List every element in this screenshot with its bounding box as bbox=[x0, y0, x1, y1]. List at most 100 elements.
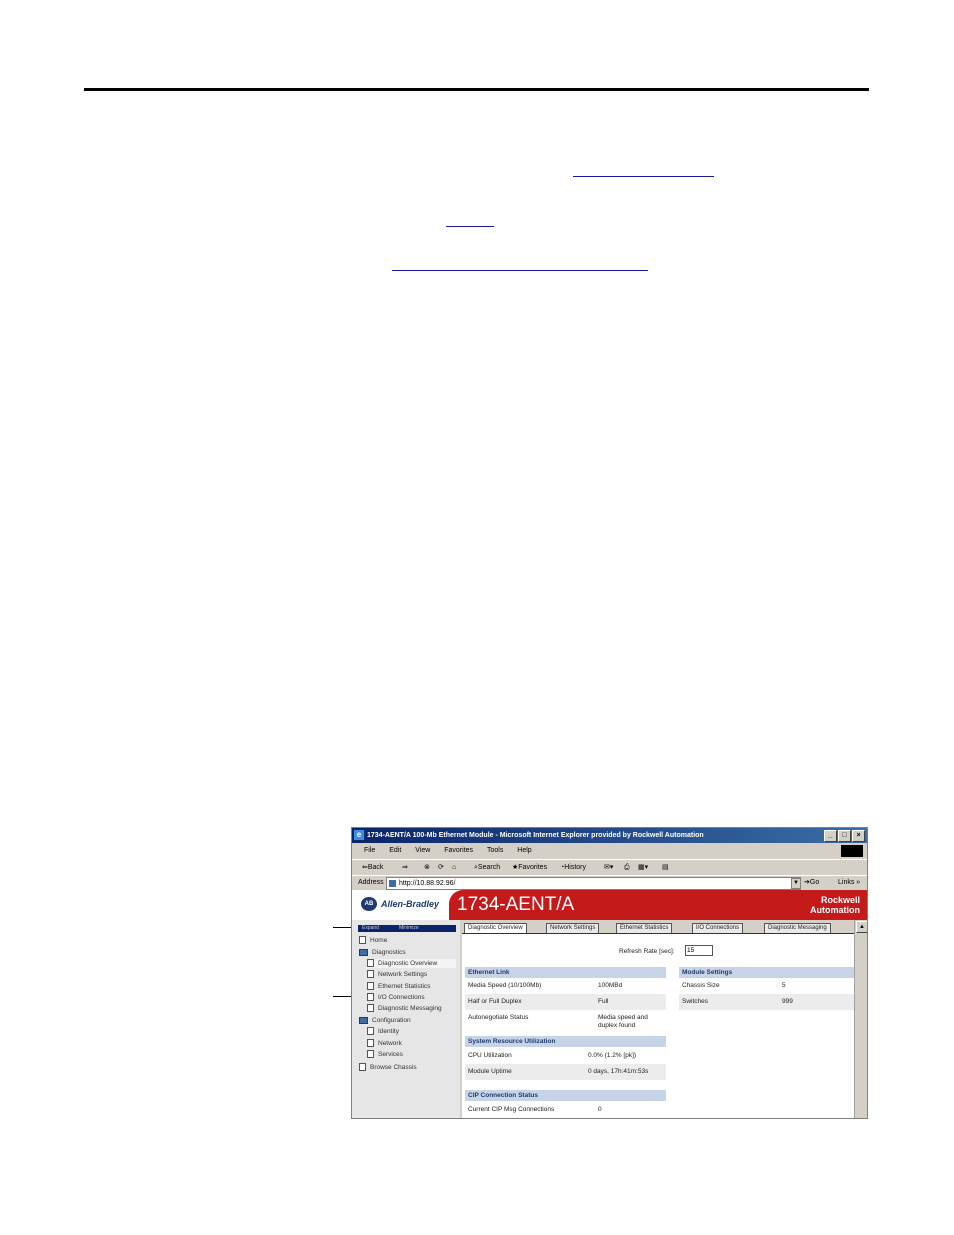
browser-window: e 1734-AENT/A 100-Mb Ethernet Module - M… bbox=[351, 827, 868, 1119]
page-icon bbox=[367, 1039, 374, 1048]
refresh-rate-label: Refresh Rate [sec]: bbox=[619, 948, 675, 955]
address-input[interactable]: http://10.88.92.96/ bbox=[386, 877, 801, 890]
doc-link-2[interactable] bbox=[446, 226, 494, 227]
page-icon bbox=[359, 1063, 366, 1072]
tab-diagnostic-messaging[interactable]: Diagnostic Messaging bbox=[764, 923, 831, 933]
address-dropdown-icon[interactable]: ▼ bbox=[791, 878, 801, 889]
forward-button[interactable]: ⇒ bbox=[402, 860, 408, 875]
vertical-scrollbar[interactable]: ▲ bbox=[854, 920, 867, 1118]
links-button[interactable]: Links » bbox=[838, 876, 860, 890]
page-icon bbox=[367, 1004, 374, 1013]
print-icon[interactable]: ⎙ bbox=[624, 860, 630, 875]
minimize-nav-button[interactable]: Minimize bbox=[399, 925, 419, 931]
tab-bar: Diagnostic Overview Network Settings Eth… bbox=[462, 921, 857, 934]
nav-item-network[interactable]: Network bbox=[367, 1039, 402, 1048]
tab-network-settings[interactable]: Network Settings bbox=[546, 923, 600, 933]
table-row: CPU Utilization 0.0% (1.2% [pk]) bbox=[468, 1052, 637, 1059]
page-icon bbox=[367, 959, 374, 968]
page-icon bbox=[367, 1050, 374, 1059]
menu-edit[interactable]: Edit bbox=[389, 847, 401, 854]
product-name: 1734-AENT/A bbox=[457, 894, 575, 915]
search-button[interactable]: ⌕Search bbox=[474, 860, 500, 875]
window-title: 1734-AENT/A 100-Mb Ethernet Module - Mic… bbox=[367, 832, 704, 839]
toolbar: ⇐Back ⇒ ⊗ ⟳ ⌂ ⌕Search ★Favorites ◔Histor… bbox=[352, 859, 867, 875]
close-button[interactable]: × bbox=[852, 830, 865, 842]
nav-item-identity[interactable]: Identity bbox=[367, 1027, 399, 1036]
nav-item-browse-chassis[interactable]: Browse Chassis bbox=[359, 1063, 417, 1072]
brand-box: AB Allen-Bradley bbox=[352, 890, 449, 920]
tab-diagnostic-overview[interactable]: Diagnostic Overview bbox=[464, 923, 527, 933]
left-nav: Expand Minimize Home Diagnostics Diagnost… bbox=[352, 920, 460, 1118]
product-banner: 1734-AENT/A Rockwell Automation bbox=[449, 890, 867, 920]
refresh-rate-input[interactable]: 15 bbox=[685, 945, 713, 956]
stop-icon[interactable]: ⊗ bbox=[424, 860, 430, 875]
doc-link-3[interactable] bbox=[392, 270, 648, 271]
address-url: http://10.88.92.96/ bbox=[399, 880, 456, 887]
refresh-icon[interactable]: ⟳ bbox=[438, 860, 444, 875]
page-icon bbox=[359, 936, 366, 945]
table-row: Module Uptime 0 days, 17h:41m:53s bbox=[465, 1064, 666, 1080]
page-header: AB Allen-Bradley 1734-AENT/A Rockwell Aut… bbox=[352, 890, 867, 920]
section-system-resource-utilization: System Resource Utilization bbox=[465, 1036, 666, 1047]
history-button[interactable]: ◔History bbox=[560, 860, 586, 875]
page-icon bbox=[367, 982, 374, 991]
nav-item-diagnostic-messaging[interactable]: Diagnostic Messaging bbox=[367, 1004, 442, 1013]
header-rule bbox=[84, 88, 869, 91]
tab-ethernet-statistics[interactable]: Ethernet Statistics bbox=[616, 923, 673, 933]
nav-item-io-connections[interactable]: I/O Connections bbox=[367, 993, 425, 1002]
edit-icon[interactable]: ▦▾ bbox=[638, 860, 648, 875]
favorites-button[interactable]: ★Favorites bbox=[512, 860, 547, 875]
rockwell-line1: Rockwell bbox=[820, 895, 860, 905]
tab-io-connections[interactable]: I/O Connections bbox=[692, 923, 744, 933]
rockwell-logo: Rockwell Automation bbox=[810, 895, 860, 915]
menu-file[interactable]: File bbox=[364, 847, 375, 854]
address-label: Address bbox=[358, 879, 384, 886]
section-ethernet-link: Ethernet Link bbox=[465, 967, 666, 978]
content-area: Refresh Rate [sec]: 15 Ethernet Link Med… bbox=[462, 934, 854, 1118]
menu-favorites[interactable]: Favorites bbox=[444, 847, 473, 854]
nav-item-configuration[interactable]: Configuration bbox=[359, 1016, 411, 1025]
windows-logo-icon bbox=[841, 845, 863, 857]
folder-icon bbox=[359, 1016, 368, 1024]
menu-tools[interactable]: Tools bbox=[487, 847, 503, 854]
menu-bar: File Edit View Favorites Tools Help bbox=[352, 844, 867, 858]
page-icon bbox=[367, 993, 374, 1002]
back-button[interactable]: ⇐Back bbox=[362, 860, 383, 875]
doc-link-1[interactable] bbox=[573, 176, 714, 177]
table-row: Chassis Size 5 bbox=[682, 982, 786, 989]
page-icon bbox=[367, 1027, 374, 1036]
scroll-up-icon[interactable]: ▲ bbox=[856, 921, 867, 933]
table-row: Media Speed (10/100Mb) 100MBd bbox=[468, 982, 623, 989]
folder-icon bbox=[359, 948, 368, 956]
search-label: Search bbox=[477, 864, 501, 871]
history-label: History bbox=[564, 864, 587, 871]
go-label: Go bbox=[809, 879, 820, 886]
minimize-button[interactable]: _ bbox=[824, 830, 837, 842]
section-cip-connection-status: CIP Connection Status bbox=[465, 1090, 666, 1101]
nav-item-ethernet-statistics[interactable]: Ethernet Statistics bbox=[367, 982, 430, 991]
nav-item-diagnostic-overview[interactable]: Diagnostic Overview bbox=[367, 959, 456, 968]
expand-button[interactable]: Expand bbox=[362, 925, 379, 931]
nav-item-network-settings[interactable]: Network Settings bbox=[367, 970, 427, 979]
discuss-icon[interactable]: ▤ bbox=[662, 860, 669, 875]
menu-view[interactable]: View bbox=[415, 847, 430, 854]
maximize-button[interactable]: □ bbox=[838, 830, 851, 842]
table-row: Half or Full Duplex Full bbox=[465, 994, 666, 1010]
allen-bradley-logo-icon: AB bbox=[361, 897, 377, 911]
nav-item-services[interactable]: Services bbox=[367, 1050, 403, 1059]
rockwell-line2: Automation bbox=[810, 905, 860, 915]
table-row: Autonegotiate Status Media speed and dup… bbox=[468, 1014, 648, 1029]
page-icon bbox=[367, 970, 374, 979]
nav-item-home[interactable]: Home bbox=[359, 936, 387, 945]
mail-icon[interactable]: ✉▾ bbox=[604, 860, 613, 875]
nav-item-diagnostics[interactable]: Diagnostics bbox=[359, 948, 406, 957]
section-module-settings: Module Settings bbox=[679, 967, 854, 978]
favorites-label: Favorites bbox=[518, 864, 548, 871]
brand-name: Allen-Bradley bbox=[381, 899, 440, 909]
page-icon bbox=[389, 880, 396, 887]
go-button[interactable]: ➔Go bbox=[804, 876, 819, 890]
home-icon[interactable]: ⌂ bbox=[452, 860, 456, 875]
title-bar: e 1734-AENT/A 100-Mb Ethernet Module - M… bbox=[352, 828, 867, 843]
menu-help[interactable]: Help bbox=[517, 847, 531, 854]
address-bar: Address http://10.88.92.96/ ▼ ➔Go Links … bbox=[352, 875, 867, 890]
